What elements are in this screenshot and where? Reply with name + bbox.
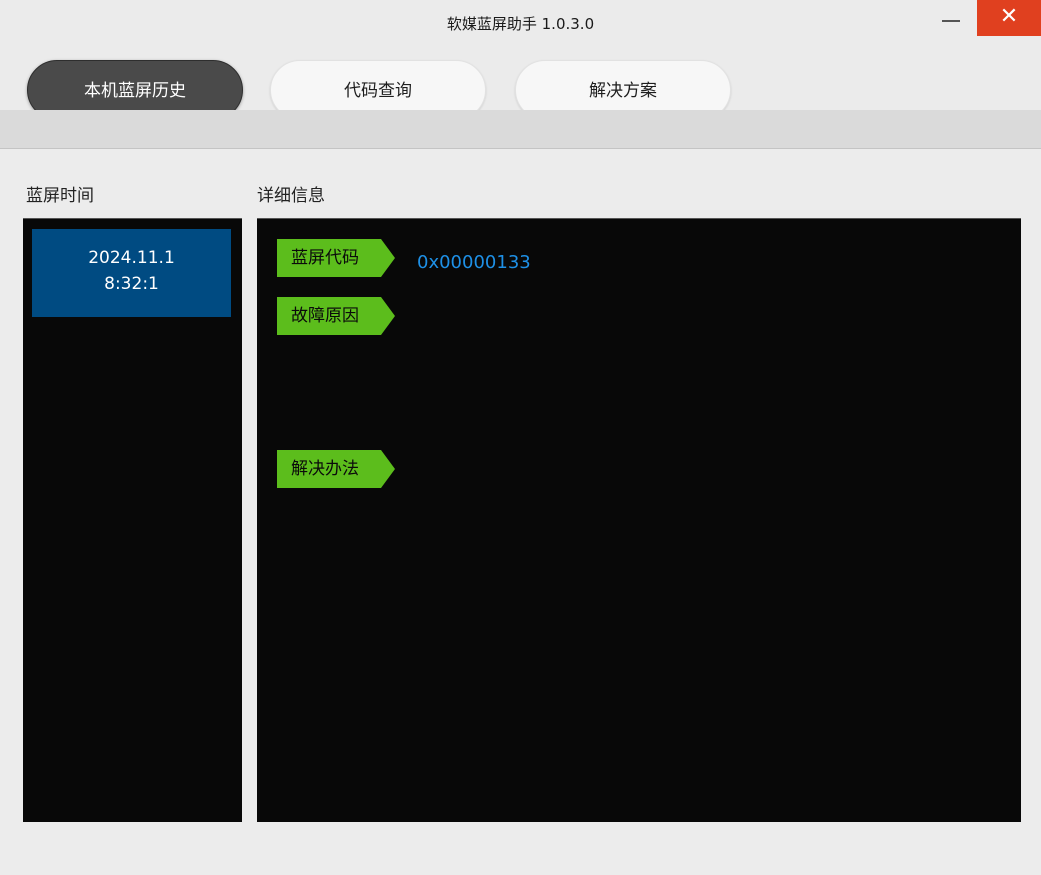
history-list: 2024.11.1 8:32:1: [23, 218, 242, 822]
close-icon: ✕: [999, 4, 1019, 29]
history-item[interactable]: 2024.11.1 8:32:1: [32, 229, 231, 317]
details-heading: 详细信息: [257, 186, 325, 206]
history-item-date: 2024.11.1: [88, 248, 175, 268]
close-button[interactable]: ✕: [977, 0, 1041, 36]
reason-tag: 故障原因: [277, 297, 397, 335]
solution-tag: 解决办法: [277, 450, 397, 488]
window-title: 软媒蓝屏助手 1.0.3.0: [446, 15, 595, 33]
title-bar: 软媒蓝屏助手 1.0.3.0 ✕: [0, 0, 1041, 48]
minimize-icon: [942, 20, 960, 22]
code-value: 0x00000133: [417, 252, 531, 273]
tab-bar: 本机蓝屏历史 代码查询 解决方案: [0, 48, 1041, 120]
reason-label: 故障原因: [291, 306, 359, 326]
minimize-button[interactable]: [934, 0, 970, 38]
details-panel: 蓝屏代码 0x00000133 故障原因 解决办法: [257, 218, 1021, 822]
history-heading: 蓝屏时间: [26, 186, 94, 206]
tab-strip-divider: [0, 110, 1041, 149]
code-label: 蓝屏代码: [291, 248, 359, 268]
history-item-time: 8:32:1: [104, 274, 159, 294]
code-tag: 蓝屏代码: [277, 239, 397, 277]
app-window: 软媒蓝屏助手 1.0.3.0 ✕ 本机蓝屏历史 代码查询 解决方案 蓝屏时间 详…: [0, 0, 1041, 875]
solution-label: 解决办法: [291, 459, 359, 479]
